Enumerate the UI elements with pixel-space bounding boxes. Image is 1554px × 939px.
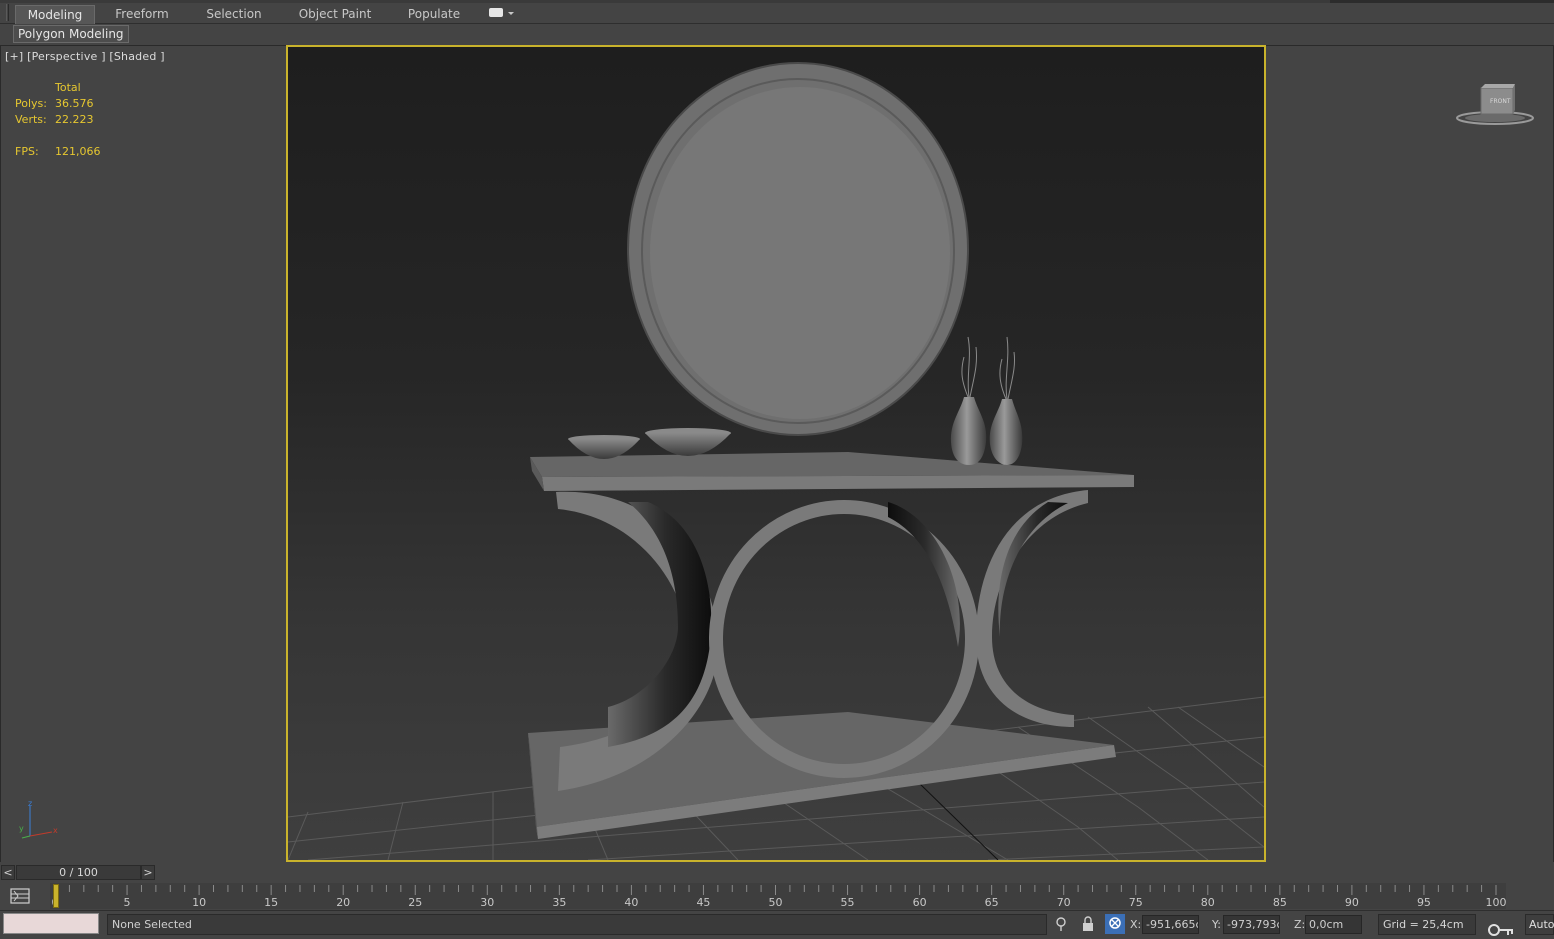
frame-tick-label: 95 [1417,896,1431,909]
perspective-viewport[interactable] [286,45,1266,862]
stats-polys-value: 36.576 [55,97,94,110]
mirror [627,62,969,436]
frame-tick-label: 30 [480,896,494,909]
grid-size-display: Grid = 25,4cm [1378,914,1476,935]
z-coordinate-label: Z: [1294,918,1306,931]
y-coordinate-field[interactable]: -973,793cm [1223,915,1280,934]
frame-tick-label: 40 [624,896,638,909]
x-coordinate-label: X: [1130,918,1142,931]
lock-icon[interactable] [1080,916,1096,932]
ribbon-panel-bar: Polygon Modeling [0,24,1554,44]
current-frame-marker[interactable] [53,884,59,908]
frame-tick-label: 80 [1201,896,1215,909]
frame-tick-label: 85 [1273,896,1287,909]
stats-header: Total [55,81,81,94]
viewport-right-panel[interactable] [1266,45,1554,862]
time-slider-prev-button[interactable]: < [1,865,15,880]
ribbon-tabs-bar: Modeling Freeform Selection Object Paint… [0,0,1554,24]
viewport-left-panel[interactable] [0,45,286,862]
frame-tick-label: 50 [769,896,783,909]
absolute-mode-transform-icon[interactable] [1105,914,1125,934]
viewport-scene [288,62,1264,860]
vases [950,336,1023,465]
z-coordinate-field[interactable]: 0,0cm [1305,915,1362,934]
curve-editor-icon[interactable] [8,886,34,906]
viewport-label-menu[interactable]: [+] [Perspective ] [Shaded ] [5,50,165,63]
viewcube-face-label: FRONT [1490,98,1511,105]
svg-text:z: z [28,800,32,808]
frame-tick-label: 70 [1057,896,1071,909]
status-bar: None Selected X: -951,665cm Y: -973,793c… [0,910,1554,939]
x-coordinate-field[interactable]: -951,665cm [1142,915,1199,934]
chevron-down-icon[interactable] [508,12,514,15]
frame-tick-label: 5 [124,896,131,909]
frame-tick-label: 25 [408,896,422,909]
viewcube-icon[interactable]: FRONT [1455,80,1535,128]
frame-tick-label: 20 [336,896,350,909]
console-top [530,452,1134,491]
ribbon-top-segment [1448,0,1554,3]
y-coordinate-label: Y: [1212,918,1221,931]
svg-text:x: x [53,826,58,835]
svg-text:y: y [19,824,24,833]
isolate-selection-icon[interactable] [1053,916,1069,932]
stats-fps-value: 121,066 [55,145,101,158]
time-slider-row: < 0 / 100 > [0,864,1554,882]
frame-tick-label: 65 [985,896,999,909]
ribbon-grip-handle[interactable] [6,4,9,21]
frame-tick-label: 75 [1129,896,1143,909]
stats-fps-label: FPS: [15,145,39,158]
time-slider-thumb[interactable]: 0 / 100 [16,865,141,880]
axis-tripod-icon: z x y [19,800,58,839]
frame-tick-label: 55 [841,896,855,909]
frame-tick-label: 15 [264,896,278,909]
ribbon-top-rule [0,0,1554,3]
frame-tick-label: 35 [552,896,566,909]
ribbon-options-icon[interactable] [489,8,503,17]
frame-tick-label: 45 [696,896,710,909]
time-slider-next-button[interactable]: > [141,865,155,880]
frame-tick-label: 90 [1345,896,1359,909]
track-bar-ruler[interactable]: 0510152025303540455055606570758085909510… [50,883,1506,909]
selection-status: None Selected [107,914,1047,935]
track-bar[interactable]: 0510152025303540455055606570758085909510… [0,882,1554,910]
panel-polygon-modeling[interactable]: Polygon Modeling [13,25,129,43]
auto-key-button[interactable]: Auto [1525,914,1554,935]
frame-tick-label: 100 [1486,896,1507,909]
stats-verts-value: 22.223 [55,113,94,126]
stats-polys-label: Polys: [15,97,47,110]
tab-modeling[interactable]: Modeling [15,5,95,24]
maxscript-listener-swatch[interactable] [3,913,99,934]
tab-freeform[interactable]: Freeform [106,5,178,24]
set-key-icon[interactable] [1488,923,1514,937]
frame-tick-label: 60 [913,896,927,909]
stats-verts-label: Verts: [15,113,47,126]
frame-tick-label: 10 [192,896,206,909]
ribbon-top-segment [1330,0,1450,3]
tab-populate[interactable]: Populate [400,5,468,24]
tab-selection[interactable]: Selection [198,5,270,24]
tab-object-paint[interactable]: Object Paint [294,5,376,24]
